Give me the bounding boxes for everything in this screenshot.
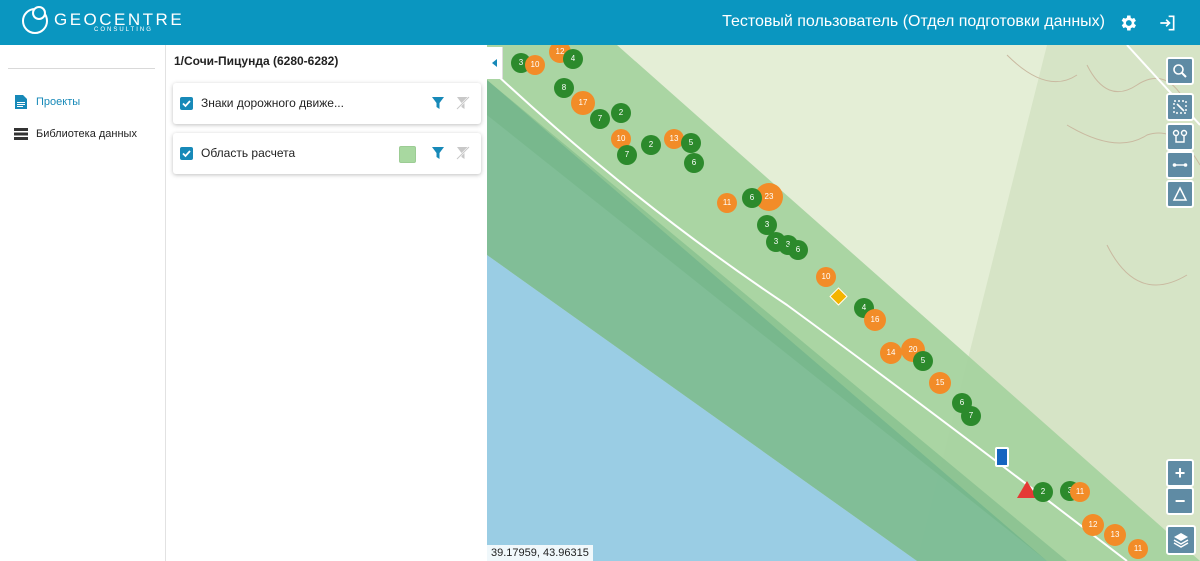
polygon-icon — [1172, 186, 1188, 201]
magnifier-icon — [1173, 64, 1187, 78]
marker-cluster[interactable]: 6 — [742, 188, 762, 208]
marker-cluster[interactable]: 6 — [788, 240, 808, 260]
marker-cluster[interactable]: 8 — [554, 78, 574, 98]
collapse-panel-button[interactable] — [487, 47, 503, 79]
marker-cluster[interactable]: 11 — [717, 193, 737, 213]
measure-area-button[interactable] — [1166, 180, 1194, 208]
marker-cluster[interactable]: 2 — [641, 135, 661, 155]
document-icon — [15, 95, 27, 109]
nav-item-library[interactable]: Библиотека данных — [14, 124, 137, 144]
marker-cluster[interactable]: 11 — [1070, 482, 1090, 502]
marker-cluster[interactable]: 2 — [1033, 482, 1053, 502]
filter-icon[interactable] — [431, 146, 445, 160]
layer-card[interactable]: Область расчета — [173, 133, 481, 174]
layers-icon — [1173, 533, 1189, 548]
logo-icon — [22, 6, 48, 34]
left-navigation: Проекты Библиотека данных — [0, 45, 166, 561]
marker-cluster[interactable]: 4 — [563, 49, 583, 69]
marker-cluster[interactable]: 12 — [1082, 514, 1104, 536]
map-view[interactable]: 12 4 3 10 17 8 2 7 10 13 5 7 2 6 23 6 11… — [487, 45, 1200, 561]
bus-stop-icon[interactable] — [995, 447, 1009, 467]
marker-cluster[interactable]: 13 — [1104, 524, 1126, 546]
project-title: 1/Сочи-Пицунда (6280-6282) — [174, 54, 339, 68]
layer-checkbox[interactable] — [180, 97, 193, 110]
marker-cluster[interactable]: 17 — [571, 91, 595, 115]
zoom-out-label: − — [1174, 491, 1186, 511]
marker-cluster[interactable]: 2 — [611, 103, 631, 123]
marker-cluster[interactable]: 16 — [864, 309, 886, 331]
selection-icon — [1173, 100, 1187, 114]
nav-item-label: Проекты — [36, 96, 81, 108]
layers-panel: 1/Сочи-Пицунда (6280-6282) Знаки дорожно… — [166, 45, 487, 561]
storage-icon — [14, 128, 28, 140]
marker-cluster[interactable]: 5 — [913, 351, 933, 371]
marker-cluster[interactable]: 11 — [1128, 539, 1148, 559]
zoom-out-button[interactable]: − — [1166, 487, 1194, 515]
layer-color-swatch[interactable] — [399, 146, 416, 163]
layer-name: Область расчета — [201, 146, 296, 160]
coordinates-readout: 39.17959, 43.96315 — [487, 545, 593, 561]
marker-cluster[interactable]: 10 — [816, 267, 836, 287]
nav-item-label: Библиотека данных — [36, 128, 137, 140]
layer-card[interactable]: Знаки дорожного движе... — [173, 83, 481, 124]
route-button[interactable] — [1166, 123, 1194, 151]
marker-cluster[interactable]: 14 — [880, 342, 902, 364]
measure-distance-button[interactable] — [1166, 151, 1194, 179]
app-header: GEOCENTRE CONSULTING Тестовый пользовате… — [0, 0, 1200, 45]
nav-divider — [8, 68, 155, 69]
marker-cluster[interactable]: 5 — [681, 133, 701, 153]
marker-cluster[interactable]: 6 — [684, 153, 704, 173]
route-icon — [1172, 129, 1188, 143]
marker-cluster[interactable]: 7 — [961, 406, 981, 426]
marker-cluster[interactable]: 10 — [525, 55, 545, 75]
user-name: Тестовый пользователь (Отдел подготовки … — [722, 13, 1105, 30]
clear-filter-icon[interactable] — [456, 96, 470, 110]
chevron-left-icon — [492, 59, 497, 67]
layers-switcher-button[interactable] — [1166, 525, 1196, 555]
layer-name: Знаки дорожного движе... — [201, 96, 344, 110]
gear-icon[interactable] — [1118, 13, 1138, 33]
nav-item-projects[interactable]: Проекты — [14, 92, 80, 112]
logo-subtext: CONSULTING — [94, 27, 153, 33]
zoom-to-extent-button[interactable] — [1166, 57, 1194, 85]
marker-cluster[interactable]: 15 — [929, 372, 951, 394]
logout-icon[interactable] — [1157, 13, 1177, 33]
marker-cluster[interactable]: 7 — [590, 109, 610, 129]
clear-filter-icon[interactable] — [456, 146, 470, 160]
select-area-button[interactable] — [1166, 93, 1194, 121]
filter-icon[interactable] — [431, 96, 445, 110]
zoom-in-button[interactable]: + — [1166, 459, 1194, 487]
ruler-icon — [1172, 163, 1188, 167]
marker-cluster[interactable]: 7 — [617, 145, 637, 165]
zoom-in-label: + — [1174, 463, 1186, 483]
layer-checkbox[interactable] — [180, 147, 193, 160]
logo[interactable]: GEOCENTRE CONSULTING — [22, 6, 182, 38]
